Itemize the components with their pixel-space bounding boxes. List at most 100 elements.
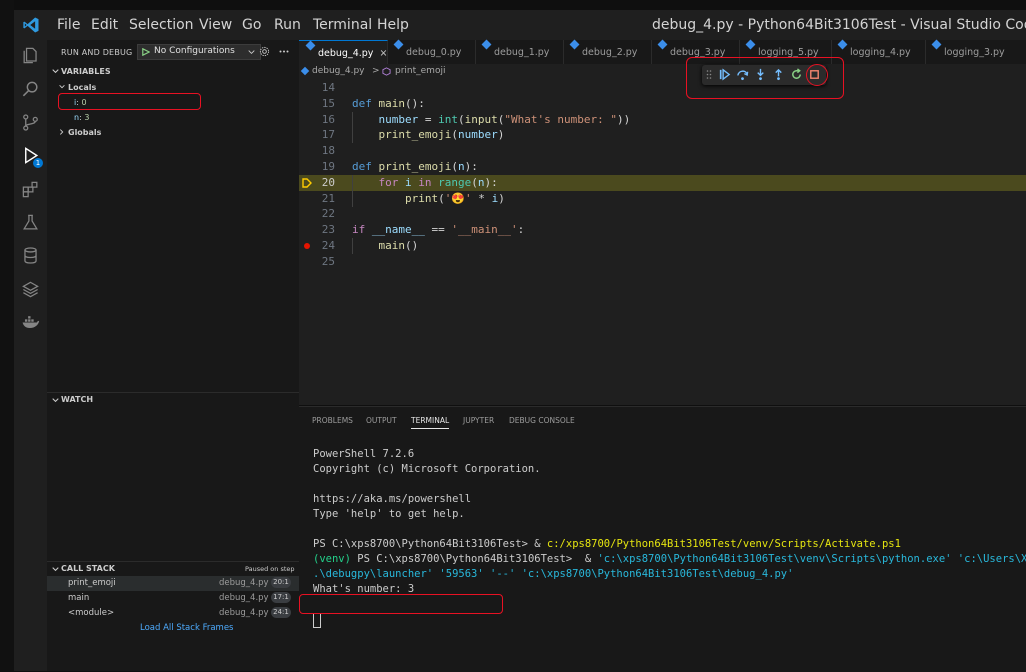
line-number: 16 bbox=[321, 112, 335, 126]
terminal-line: https://aka.ms/powershell bbox=[313, 493, 472, 505]
panel-tab-terminal[interactable]: TERMINAL bbox=[411, 416, 450, 429]
more-actions-icon[interactable] bbox=[279, 50, 289, 53]
line-number: 23 bbox=[321, 223, 335, 237]
terminal-line: PS C:\xps8700\Python64Bit3106Test> & c:/… bbox=[313, 538, 901, 550]
python-file-icon bbox=[305, 40, 316, 51]
annotation-highlight bbox=[299, 594, 503, 614]
panel-tab-debug-console[interactable]: DEBUG CONSOLE bbox=[509, 416, 575, 425]
tab-logging-3[interactable]: logging_3.py bbox=[925, 39, 1026, 64]
load-all-stack-frames-link[interactable]: Load All Stack Frames bbox=[140, 623, 233, 633]
python-file-icon bbox=[657, 39, 668, 50]
code-line[interactable]: 19 def print_emoji(n): bbox=[299, 159, 1026, 175]
menu-selection[interactable]: Selection bbox=[129, 17, 194, 33]
line-number: 19 bbox=[321, 160, 335, 173]
tab-debug-2[interactable]: debug_2.py bbox=[563, 39, 652, 64]
terminal-line: PowerShell 7.2.6 bbox=[313, 448, 415, 460]
terminal-line: (venv) PS C:\xps8700\Python64Bit3106Test… bbox=[313, 553, 1026, 565]
call-stack-section-title[interactable]: CALL STACK bbox=[61, 564, 115, 573]
stack-frame-row[interactable]: print_emoji debug_4.py 20:1 bbox=[47, 576, 299, 591]
menu-help[interactable]: Help bbox=[377, 17, 409, 33]
layers-icon[interactable] bbox=[21, 280, 40, 299]
code-line[interactable]: 20 for i in range(n): bbox=[299, 174, 1026, 191]
terminal-line: Copyright (c) Microsoft Corporation. bbox=[313, 463, 541, 475]
window-title: debug_4.py - Python64Bit3106Test - Visua… bbox=[652, 17, 1026, 33]
chevron-down-icon bbox=[248, 50, 255, 55]
indent-guide bbox=[352, 190, 353, 207]
chevron-down-icon[interactable] bbox=[59, 84, 65, 89]
menu-edit[interactable]: Edit bbox=[91, 17, 118, 33]
menu-terminal[interactable]: Terminal bbox=[313, 17, 372, 33]
extensions-icon[interactable] bbox=[21, 180, 40, 199]
chevron-right-icon[interactable] bbox=[59, 129, 64, 135]
code-text: print('😍' * i) bbox=[404, 191, 505, 205]
testing-icon[interactable] bbox=[21, 213, 40, 232]
debug-badge: 1 bbox=[33, 158, 43, 168]
globals-scope[interactable]: Globals bbox=[68, 128, 101, 137]
code-text: for i in range(n): bbox=[378, 175, 498, 189]
line-number: 17 bbox=[321, 128, 335, 142]
terminal-line: .\debugpy\launcher' '59563' '--' 'c:\xps… bbox=[313, 568, 794, 580]
title-bar: File Edit Selection View Go Run Terminal Help d… bbox=[14, 10, 1026, 40]
line-number: 15 bbox=[321, 96, 335, 110]
code-text: def main(): bbox=[352, 96, 425, 110]
code-line[interactable]: 15 def main(): bbox=[299, 96, 1026, 112]
indent-guide bbox=[352, 111, 353, 128]
breakpoint-icon[interactable] bbox=[304, 243, 310, 249]
panel-tab-problems[interactable]: PROBLEMS bbox=[312, 416, 353, 425]
docker-icon[interactable] bbox=[21, 313, 40, 332]
code-line[interactable]: 22 bbox=[299, 206, 1026, 222]
tab-debug-4[interactable]: debug_4.py × bbox=[299, 40, 388, 65]
database-icon[interactable] bbox=[21, 246, 40, 265]
search-icon[interactable] bbox=[21, 80, 40, 99]
code-line[interactable]: 18 bbox=[299, 143, 1026, 159]
annotation-circle bbox=[806, 64, 828, 86]
bottom-panel: PROBLEMS OUTPUT TERMINAL JUPYTER DEBUG C… bbox=[299, 406, 1026, 672]
code-line[interactable]: 17 print_emoji(number) bbox=[299, 127, 1026, 143]
stack-frame-row[interactable]: main debug_4.py 17:1 bbox=[47, 591, 299, 606]
code-text: number = int(input("What's number: ")) bbox=[378, 112, 631, 126]
panel-tab-jupyter[interactable]: JUPYTER bbox=[463, 416, 494, 425]
menu-view[interactable]: View bbox=[199, 17, 232, 33]
source-control-icon[interactable] bbox=[21, 113, 40, 132]
variable-row[interactable]: n: 3 bbox=[74, 113, 89, 122]
menu-run[interactable]: Run bbox=[274, 17, 301, 33]
tab-debug-0[interactable]: debug_0.py bbox=[387, 39, 476, 64]
code-editor[interactable]: 14 15 def main(): 16 number = int(input("Wh… bbox=[299, 80, 1026, 405]
python-file-icon bbox=[300, 66, 310, 76]
variables-section-title[interactable]: VARIABLES bbox=[61, 67, 111, 76]
line-number: 14 bbox=[321, 81, 335, 94]
tab-debug-1[interactable]: debug_1.py bbox=[475, 39, 564, 64]
code-line[interactable]: 16 number = int(input("What's number: ")… bbox=[299, 112, 1026, 128]
indent-guide bbox=[352, 238, 353, 254]
watch-section-title[interactable]: WATCH bbox=[61, 395, 93, 404]
terminal-cursor bbox=[313, 613, 321, 628]
chevron-down-icon[interactable] bbox=[52, 397, 59, 403]
locals-scope[interactable]: Locals bbox=[68, 83, 96, 92]
stack-frame-row[interactable]: <module> debug_4.py 24:1 bbox=[47, 606, 299, 621]
terminal[interactable]: PowerShell 7.2.6 Copyright (c) Microsoft… bbox=[299, 437, 1026, 672]
breadcrumb-file[interactable]: debug_4.py bbox=[312, 66, 365, 76]
indent-guide bbox=[352, 127, 353, 144]
chevron-down-icon[interactable] bbox=[52, 566, 59, 572]
panel-tab-output[interactable]: OUTPUT bbox=[366, 416, 397, 425]
code-line[interactable]: 25 bbox=[299, 254, 1026, 270]
line-number: 18 bbox=[321, 144, 335, 158]
breadcrumb: debug_4.py > print_emoji bbox=[299, 64, 1026, 80]
gear-icon[interactable] bbox=[259, 46, 270, 57]
chevron-down-icon[interactable] bbox=[52, 68, 59, 74]
tab-logging-4[interactable]: logging_4.py bbox=[831, 39, 926, 64]
code-line[interactable]: 24 main() bbox=[299, 238, 1026, 254]
debug-config-dropdown[interactable]: No Configurations bbox=[137, 44, 261, 60]
code-text: def print_emoji(n): bbox=[352, 160, 478, 173]
menu-file[interactable]: File bbox=[57, 17, 80, 33]
code-line[interactable]: 23 if __name__ == '__main__': bbox=[299, 222, 1026, 238]
explorer-icon[interactable] bbox=[21, 46, 40, 65]
code-line[interactable]: 14 bbox=[299, 80, 1026, 96]
code-line[interactable]: 21 print('😍' * i) bbox=[299, 191, 1026, 207]
current-line-arrow-icon bbox=[302, 178, 312, 188]
code-text: if __name__ == '__main__': bbox=[352, 223, 525, 237]
sidebar-header: RUN AND DEBUG bbox=[61, 48, 133, 57]
python-file-icon bbox=[931, 39, 942, 50]
menu-go[interactable]: Go bbox=[242, 17, 261, 33]
breadcrumb-symbol[interactable]: print_emoji bbox=[395, 66, 445, 76]
